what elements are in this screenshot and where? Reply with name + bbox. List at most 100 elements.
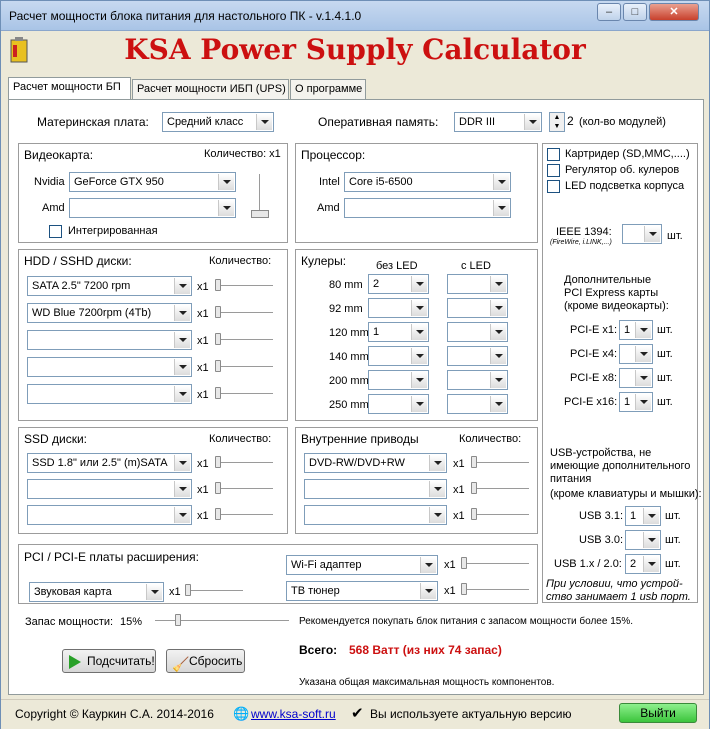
drive-select-2[interactable] bbox=[304, 505, 447, 525]
tab-ups[interactable]: Расчет мощности ИБП (UPS) bbox=[132, 79, 289, 99]
nvidia-select[interactable]: GeForce GTX 950 bbox=[69, 172, 236, 192]
cooler-noled-select-2-value: 1 bbox=[373, 326, 380, 338]
slider-thumb[interactable] bbox=[215, 333, 221, 345]
led-case-checkbox[interactable] bbox=[547, 180, 560, 193]
cooler-led-select-5[interactable] bbox=[447, 394, 508, 414]
cooler-size-1: 92 mm bbox=[329, 303, 363, 315]
hdd-qty-slider-4[interactable] bbox=[215, 387, 275, 401]
amd-cpu-select[interactable] bbox=[344, 198, 511, 218]
ssd-mult-1: x1 bbox=[197, 484, 209, 496]
calculate-button[interactable]: Подсчитать! bbox=[62, 649, 156, 673]
slider-thumb[interactable] bbox=[215, 508, 221, 520]
slider-thumb[interactable] bbox=[215, 306, 221, 318]
slider-thumb[interactable] bbox=[461, 583, 467, 595]
maximize-button[interactable]: □ bbox=[623, 3, 647, 21]
slider-thumb[interactable] bbox=[215, 360, 221, 372]
reserve-slider[interactable] bbox=[151, 614, 291, 628]
minimize-button[interactable]: – bbox=[597, 3, 621, 21]
motherboard-select[interactable]: Средний класс bbox=[162, 112, 274, 132]
ram-select[interactable]: DDR III bbox=[454, 112, 542, 132]
ssd-qty-slider-2[interactable] bbox=[215, 508, 275, 522]
cooler-noled-select-4[interactable] bbox=[368, 370, 429, 390]
slider-thumb[interactable] bbox=[471, 508, 477, 520]
cooler-led-select-2[interactable] bbox=[447, 322, 508, 342]
pcie-select-0[interactable]: 1 bbox=[619, 320, 653, 340]
expansion-left-select[interactable]: Звуковая карта bbox=[29, 582, 164, 602]
drive-qty-slider-2[interactable] bbox=[471, 508, 531, 522]
hdd-qty-slider-0[interactable] bbox=[215, 279, 275, 293]
pcie-unit-1: шт. bbox=[657, 348, 673, 360]
expansion-wifi-slider[interactable] bbox=[461, 557, 531, 571]
hdd-qty-slider-3[interactable] bbox=[215, 360, 275, 374]
pcie-select-3[interactable]: 1 bbox=[619, 392, 653, 412]
hdd-select-0[interactable]: SATA 2.5" 7200 rpm bbox=[27, 276, 192, 296]
slider-track bbox=[475, 462, 529, 464]
slider-thumb[interactable] bbox=[471, 456, 477, 468]
ram-spinner[interactable]: ▲ ▼ bbox=[549, 112, 565, 132]
integrated-checkbox[interactable] bbox=[49, 225, 62, 238]
usb-select-0-value: 1 bbox=[630, 510, 637, 522]
usb-select-2[interactable]: 2 bbox=[625, 554, 661, 574]
expansion-wifi-select[interactable]: Wi-Fi адаптер bbox=[286, 555, 438, 575]
ssd-qty-slider-0[interactable] bbox=[215, 456, 275, 470]
amd-gpu-select[interactable] bbox=[69, 198, 236, 218]
reset-button[interactable]: 🧹 Сбросить bbox=[166, 649, 245, 673]
usb-select-1[interactable] bbox=[625, 530, 661, 550]
drive-qty-slider-1[interactable] bbox=[471, 482, 531, 496]
expansion-left-slider[interactable] bbox=[185, 584, 245, 598]
cooler-led-select-4[interactable] bbox=[447, 370, 508, 390]
drive-select-1[interactable] bbox=[304, 479, 447, 499]
slider-thumb[interactable] bbox=[215, 387, 221, 399]
pcie-select-2[interactable] bbox=[619, 368, 653, 388]
ieee-select[interactable] bbox=[622, 224, 662, 244]
slider-thumb[interactable] bbox=[185, 584, 191, 596]
tab-psu[interactable]: Расчет мощности БП bbox=[8, 77, 131, 100]
slider-thumb[interactable] bbox=[174, 614, 181, 626]
intel-select[interactable]: Core i5-6500 bbox=[344, 172, 511, 192]
gpu-qty-slider[interactable] bbox=[251, 170, 269, 218]
ssd-qty-slider-1[interactable] bbox=[215, 482, 275, 496]
cooler-noled-select-2[interactable]: 1 bbox=[368, 322, 429, 342]
ieee-unit: шт. bbox=[667, 230, 683, 242]
slider-thumb[interactable] bbox=[215, 456, 221, 468]
exit-button[interactable]: Выйти bbox=[619, 703, 697, 723]
expansion-left-value: Звуковая карта bbox=[34, 586, 112, 598]
cooler-noled-select-0[interactable]: 2 bbox=[368, 274, 429, 294]
ssd-select-2[interactable] bbox=[27, 505, 192, 525]
hdd-qty-slider-1[interactable] bbox=[215, 306, 275, 320]
ssd-select-1[interactable] bbox=[27, 479, 192, 499]
chevron-down-icon bbox=[420, 583, 436, 599]
expansion-tv-slider[interactable] bbox=[461, 583, 531, 597]
pcie-select-1[interactable] bbox=[619, 344, 653, 364]
slider-thumb[interactable] bbox=[461, 557, 467, 569]
cardreader-checkbox[interactable] bbox=[547, 148, 560, 161]
drive-select-0[interactable]: DVD-RW/DVD+RW bbox=[304, 453, 447, 473]
hdd-select-2[interactable] bbox=[27, 330, 192, 350]
pcie-label-3: PCI-E x16: bbox=[564, 396, 618, 408]
fan-controller-checkbox[interactable] bbox=[547, 164, 560, 177]
usb-select-0[interactable]: 1 bbox=[625, 506, 661, 526]
slider-thumb[interactable] bbox=[215, 482, 221, 494]
led-case-label: LED подсветка корпуса bbox=[565, 180, 685, 192]
cooler-noled-select-5[interactable] bbox=[368, 394, 429, 414]
slider-thumb[interactable] bbox=[251, 210, 269, 218]
slider-track bbox=[259, 174, 261, 214]
slider-thumb[interactable] bbox=[471, 482, 477, 494]
cooler-led-select-0[interactable] bbox=[447, 274, 508, 294]
hdd-select-3[interactable] bbox=[27, 357, 192, 377]
tab-about[interactable]: О программе bbox=[290, 79, 366, 99]
cooler-noled-select-3[interactable] bbox=[368, 346, 429, 366]
hdd-title: HDD / SSHD диски: bbox=[24, 254, 132, 268]
cooler-led-select-3[interactable] bbox=[447, 346, 508, 366]
close-button[interactable]: ✕ bbox=[649, 3, 699, 21]
website-link[interactable]: www.ksa-soft.ru bbox=[251, 707, 336, 721]
ssd-select-0[interactable]: SSD 1.8" или 2.5" (m)SATA bbox=[27, 453, 192, 473]
cooler-noled-select-1[interactable] bbox=[368, 298, 429, 318]
drive-qty-slider-0[interactable] bbox=[471, 456, 531, 470]
hdd-select-4[interactable] bbox=[27, 384, 192, 404]
hdd-qty-slider-2[interactable] bbox=[215, 333, 275, 347]
slider-thumb[interactable] bbox=[215, 279, 221, 291]
cooler-led-select-1[interactable] bbox=[447, 298, 508, 318]
hdd-select-1[interactable]: WD Blue 7200rpm (4Tb) bbox=[27, 303, 192, 323]
expansion-tv-select[interactable]: ТВ тюнер bbox=[286, 581, 438, 601]
